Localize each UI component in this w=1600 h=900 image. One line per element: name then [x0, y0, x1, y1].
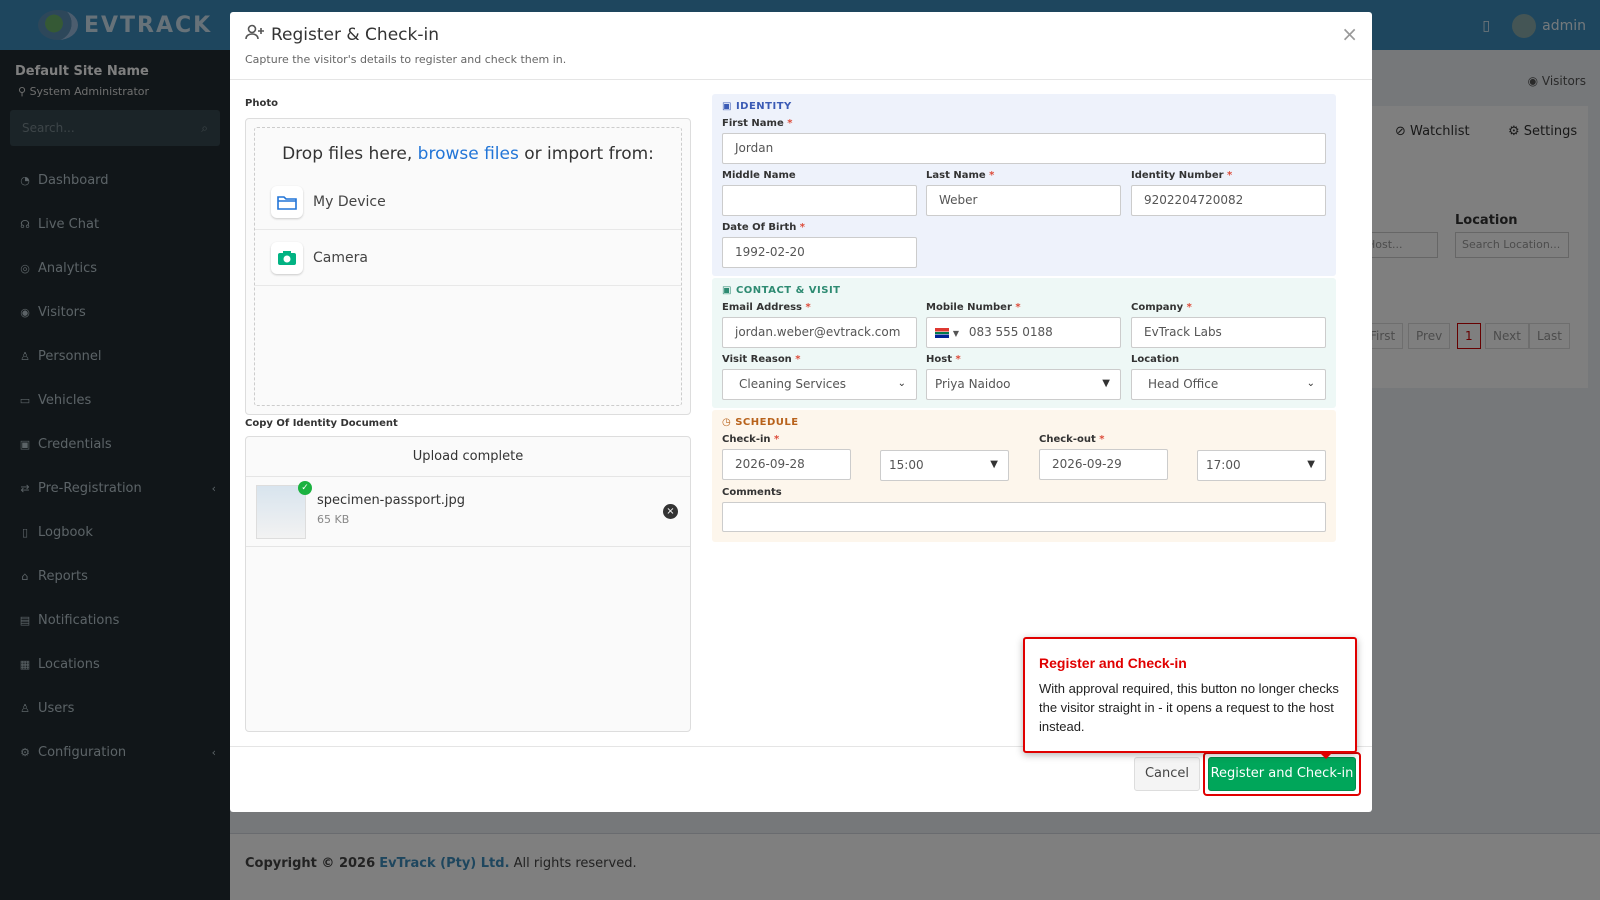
- first-name-input[interactable]: Jordan: [722, 133, 1326, 164]
- company-label: Company *: [1131, 302, 1192, 313]
- modal-subtitle: Capture the visitor's details to registe…: [245, 53, 567, 66]
- checkin-date-input[interactable]: 2026-09-28: [722, 449, 851, 480]
- clock-icon: ◷: [722, 417, 732, 428]
- chevron-down-icon: ⌄: [897, 378, 906, 389]
- comments-textarea[interactable]: [722, 502, 1326, 532]
- visit-reason-label: Visit Reason *: [722, 354, 801, 365]
- highlight-frame: Register and Check-in: [1203, 752, 1361, 796]
- schedule-section-title: ◷ SCHEDULE: [722, 417, 799, 428]
- location-label: Location: [1131, 354, 1180, 365]
- last-name-input[interactable]: Weber: [926, 185, 1121, 216]
- close-icon[interactable]: ×: [1341, 22, 1358, 46]
- email-field[interactable]: jordan.weber@evtrack.com: [722, 317, 917, 348]
- identity-section: ▣ IDENTITY First Name * Jordan Middle Nam…: [712, 94, 1336, 276]
- id-card-icon: ▣: [722, 101, 732, 112]
- date-of-birth-input[interactable]: 1992-02-20: [722, 237, 917, 268]
- host-label: Host *: [926, 354, 961, 365]
- date-of-birth-label: Date Of Birth *: [722, 222, 806, 233]
- schedule-section: ◷ SCHEDULE Check-in * 2026-09-28 15:00 ▼ C…: [712, 410, 1336, 542]
- camera-icon: [271, 241, 303, 274]
- host-select[interactable]: Priya Naidoo ▼: [926, 369, 1121, 400]
- guide-tooltip: Register and Check-in With approval requ…: [1023, 637, 1357, 759]
- last-name-label: Last Name *: [926, 170, 995, 181]
- checkin-time-select[interactable]: 15:00 ▼: [880, 450, 1009, 481]
- tooltip-arrow: [1319, 752, 1333, 759]
- email-label: Email Address *: [722, 302, 811, 313]
- chevron-down-icon: ▼: [952, 329, 959, 338]
- photo-dropzone[interactable]: Drop files here, browse files or import …: [245, 118, 691, 415]
- mobile-number-field[interactable]: ▼ 083 555 0188: [926, 317, 1121, 348]
- register-checkin-button[interactable]: Register and Check-in: [1208, 757, 1356, 791]
- file-thumbnail[interactable]: [256, 485, 306, 539]
- identity-number-label: Identity Number *: [1131, 170, 1233, 181]
- file-size: 65 KB: [317, 513, 350, 526]
- contact-visit-section-title: ▣ CONTACT & VISIT: [722, 285, 841, 296]
- company-input[interactable]: EvTrack Labs: [1131, 317, 1326, 348]
- import-my-device-button[interactable]: My Device: [255, 174, 681, 230]
- identity-number-input[interactable]: 9202204720082: [1131, 185, 1326, 216]
- user-plus-icon: [245, 24, 265, 45]
- identity-document-label: Copy Of Identity Document: [245, 418, 398, 429]
- photo-label: Photo: [245, 98, 278, 109]
- modal-title: Register & Check-in: [245, 24, 1357, 45]
- caret-down-icon: ▼: [1307, 459, 1315, 470]
- identity-document-uploader: Upload complete ✓ specimen-passport.jpg …: [245, 436, 691, 732]
- remove-file-icon[interactable]: ×: [663, 504, 678, 519]
- modal-footer: Cancel Register and Check-in: [230, 746, 1372, 812]
- comments-label: Comments: [722, 487, 782, 498]
- file-name: specimen-passport.jpg: [317, 493, 466, 508]
- middle-name-label: Middle Name: [722, 170, 796, 181]
- contact-visit-section: ▣ CONTACT & VISIT Email Address * jordan.…: [712, 278, 1336, 408]
- modal-header: Register & Check-in Capture the visitor'…: [230, 12, 1372, 80]
- identity-section-title: ▣ IDENTITY: [722, 101, 792, 112]
- tooltip-body: With approval required, this button no l…: [1039, 681, 1339, 734]
- cancel-button[interactable]: Cancel: [1134, 757, 1200, 791]
- checkout-time-select[interactable]: 17:00 ▼: [1197, 450, 1326, 481]
- location-select[interactable]: Head Office ⌄: [1131, 369, 1326, 400]
- mobile-label: Mobile Number *: [926, 302, 1021, 313]
- middle-name-input[interactable]: [722, 185, 917, 216]
- country-flag-icon[interactable]: [935, 327, 949, 338]
- caret-down-icon: ▼: [990, 459, 998, 470]
- checkout-label: Check-out *: [1039, 434, 1105, 445]
- upload-status: Upload complete: [246, 437, 690, 477]
- dropzone-title: Drop files here, browse files or import …: [282, 144, 654, 164]
- import-camera-button[interactable]: Camera: [255, 230, 681, 286]
- check-icon: ✓: [298, 481, 312, 495]
- contact-card-icon: ▣: [722, 285, 732, 296]
- browse-files-link[interactable]: browse files: [418, 144, 519, 164]
- caret-down-icon: ▼: [1102, 378, 1110, 389]
- checkout-date-input[interactable]: 2026-09-29: [1039, 449, 1168, 480]
- checkin-label: Check-in *: [722, 434, 780, 445]
- uploaded-file-item: ✓ specimen-passport.jpg 65 KB ×: [246, 477, 690, 547]
- first-name-label: First Name *: [722, 118, 793, 129]
- visit-reason-select[interactable]: Cleaning Services ⌄: [722, 369, 917, 400]
- chevron-down-icon: ⌄: [1306, 378, 1315, 389]
- tooltip-title: Register and Check-in: [1039, 655, 1187, 671]
- folder-icon: [271, 185, 303, 218]
